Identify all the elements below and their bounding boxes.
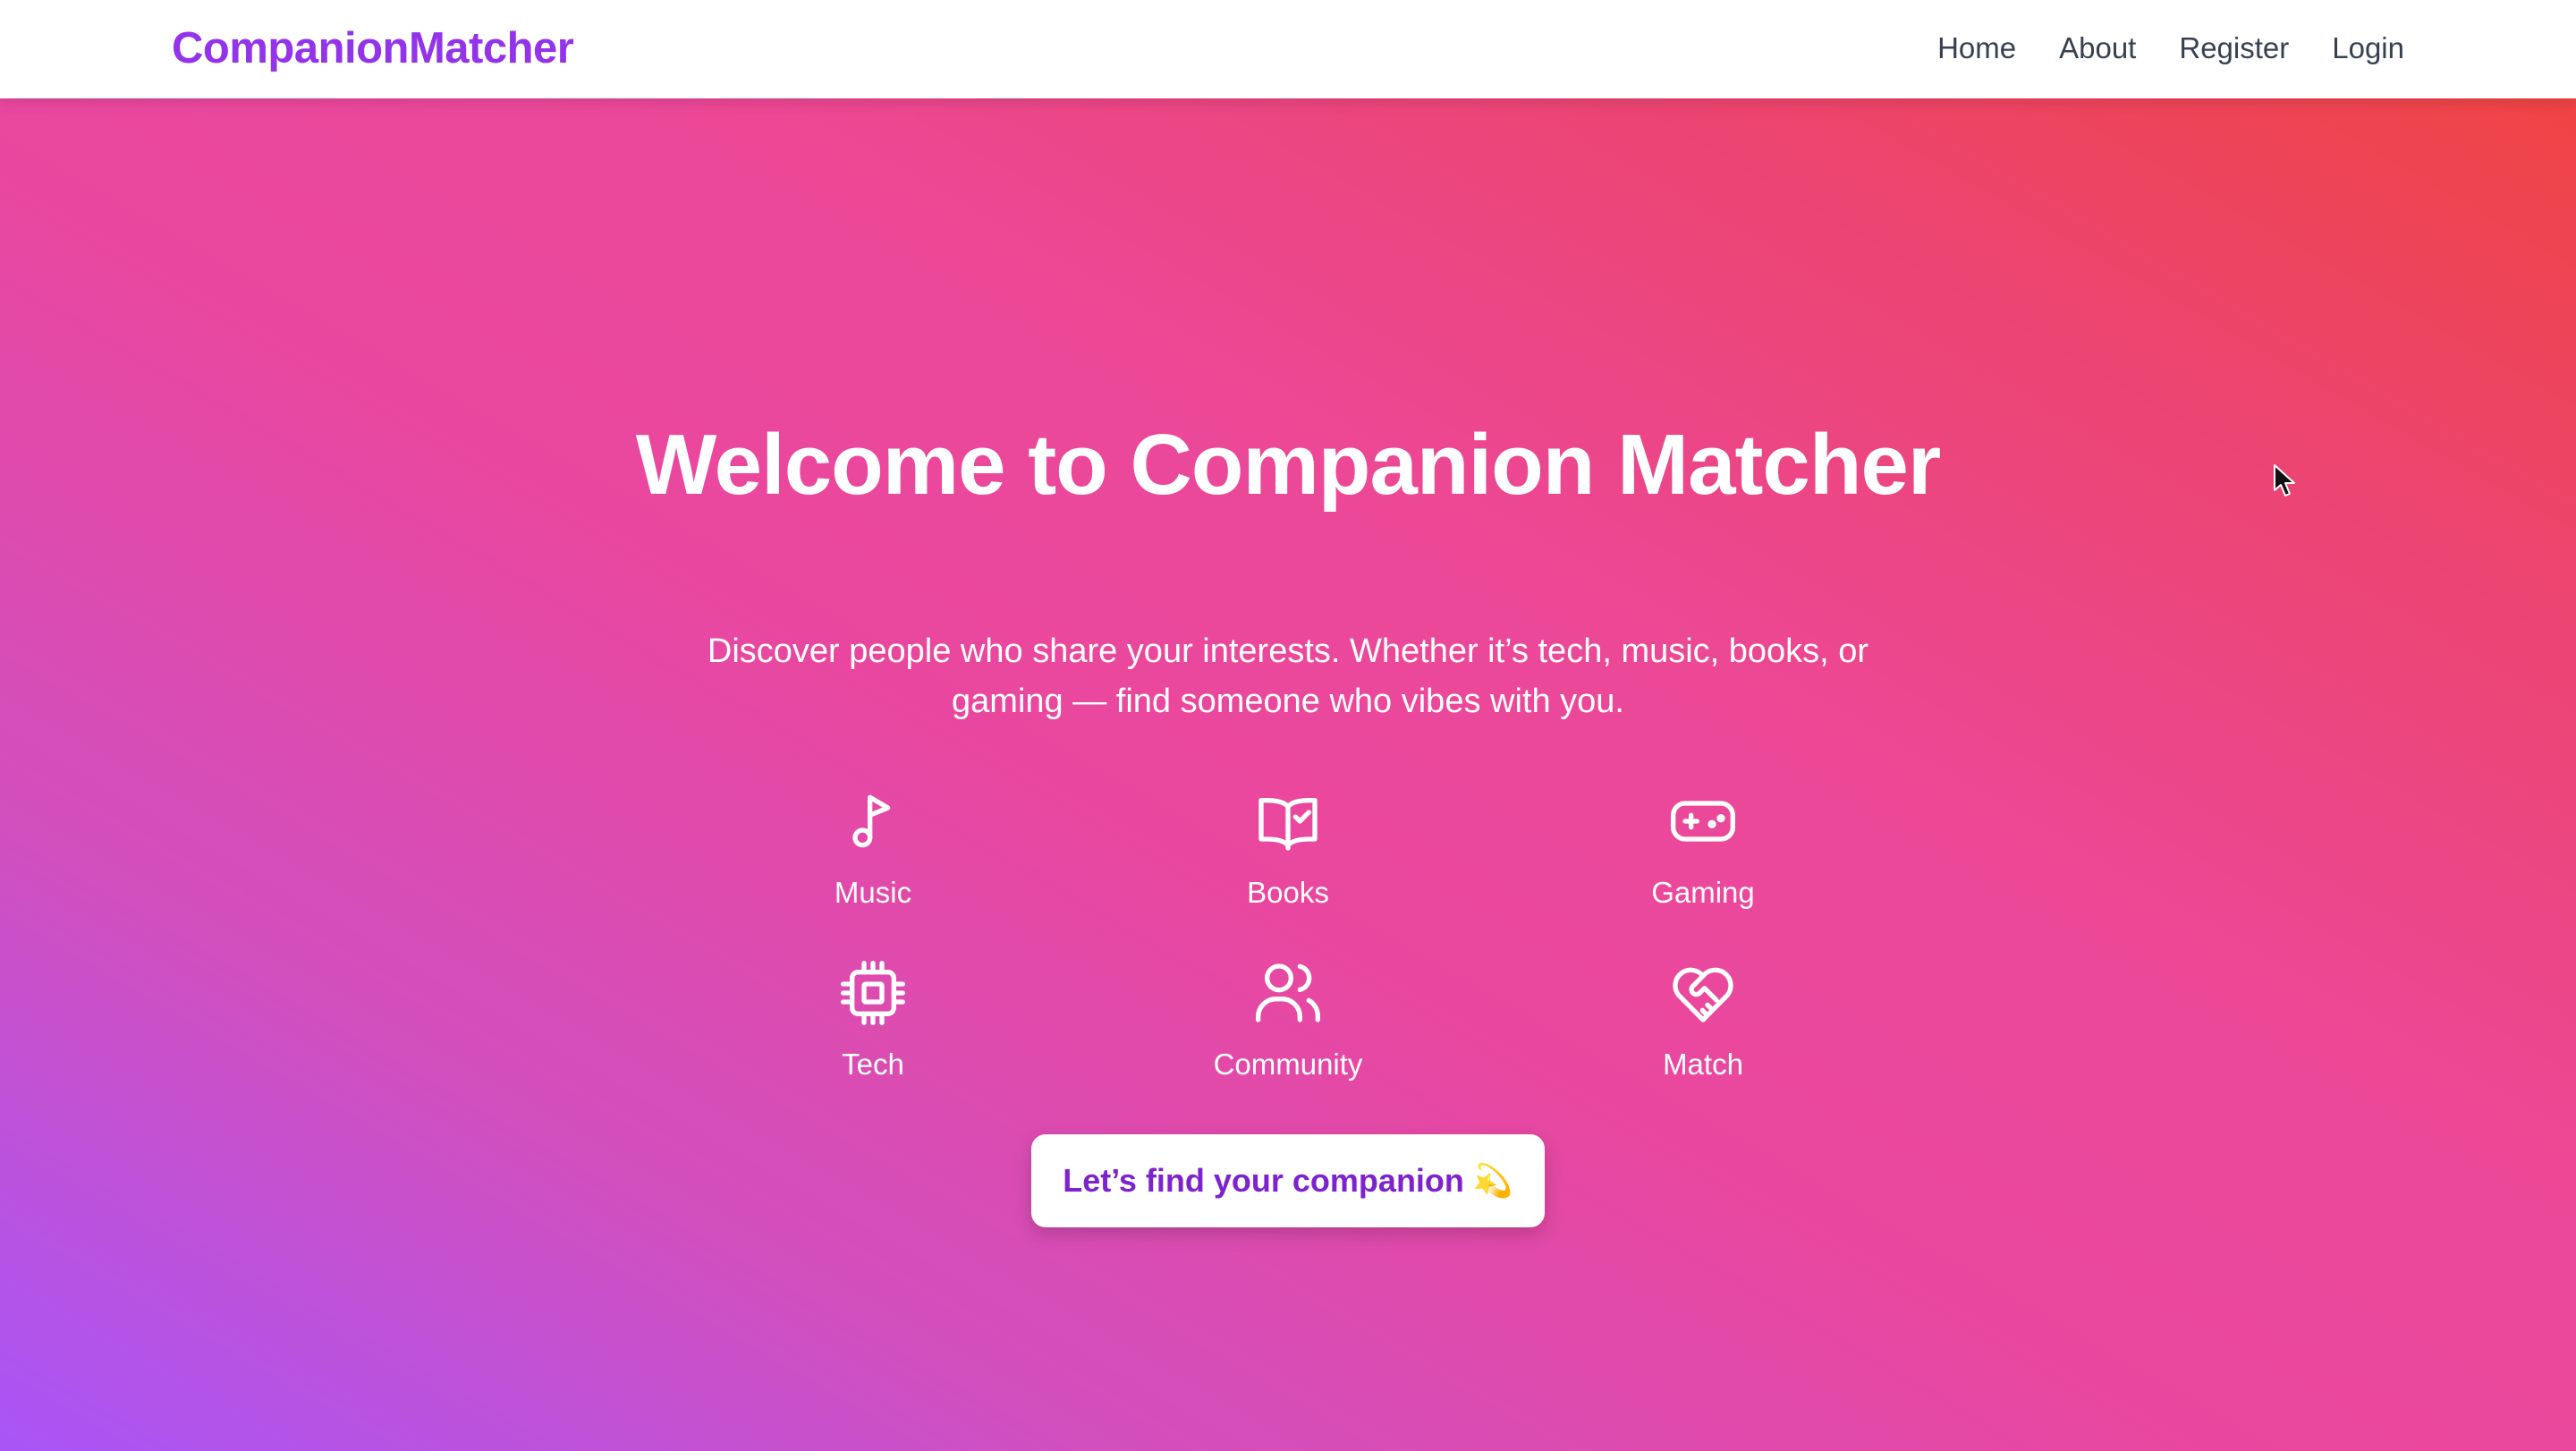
interest-label: Community bbox=[1213, 1048, 1363, 1081]
top-navbar: CompanionMatcher Home About Register Log… bbox=[0, 0, 2576, 98]
nav-link-login[interactable]: Login bbox=[2332, 27, 2404, 70]
interest-music: Music bbox=[757, 785, 989, 946]
nav-link-home[interactable]: Home bbox=[1937, 27, 2016, 70]
hero-subtitle: Discover people who share your interests… bbox=[707, 632, 1869, 720]
mouse-cursor-icon bbox=[2274, 464, 2295, 496]
nav-links: Home About Register Login bbox=[1937, 27, 2404, 70]
interest-label: Gaming bbox=[1651, 876, 1755, 909]
gamepad-icon bbox=[1671, 801, 1735, 842]
interest-tech: Tech bbox=[757, 957, 989, 1118]
cpu-chip-icon bbox=[841, 961, 905, 1025]
brand-logo[interactable]: CompanionMatcher bbox=[172, 23, 574, 73]
book-check-icon bbox=[1258, 798, 1318, 851]
interest-label: Music bbox=[834, 876, 912, 909]
nav-link-register[interactable]: Register bbox=[2179, 27, 2289, 70]
hero-content: Welcome to Companion Matcher Discover pe… bbox=[0, 98, 2576, 1451]
heart-handshake-icon bbox=[1673, 967, 1733, 1022]
interest-community: Community bbox=[1172, 957, 1404, 1118]
interest-label: Books bbox=[1247, 876, 1329, 909]
hero-section: Welcome to Companion Matcher Discover pe… bbox=[0, 98, 2576, 1451]
users-icon bbox=[1256, 963, 1321, 1022]
find-companion-button[interactable]: Let’s find your companion 💫 bbox=[1031, 1134, 1545, 1227]
interest-match: Match bbox=[1587, 957, 1819, 1118]
interest-label: Tech bbox=[842, 1048, 904, 1081]
music-note-icon bbox=[852, 794, 891, 848]
interest-books: Books bbox=[1172, 785, 1404, 946]
interest-gaming: Gaming bbox=[1587, 785, 1819, 946]
hero-title: Welcome to Companion Matcher bbox=[635, 417, 1941, 513]
nav-link-about[interactable]: About bbox=[2059, 27, 2136, 70]
interest-label: Match bbox=[1663, 1048, 1743, 1081]
